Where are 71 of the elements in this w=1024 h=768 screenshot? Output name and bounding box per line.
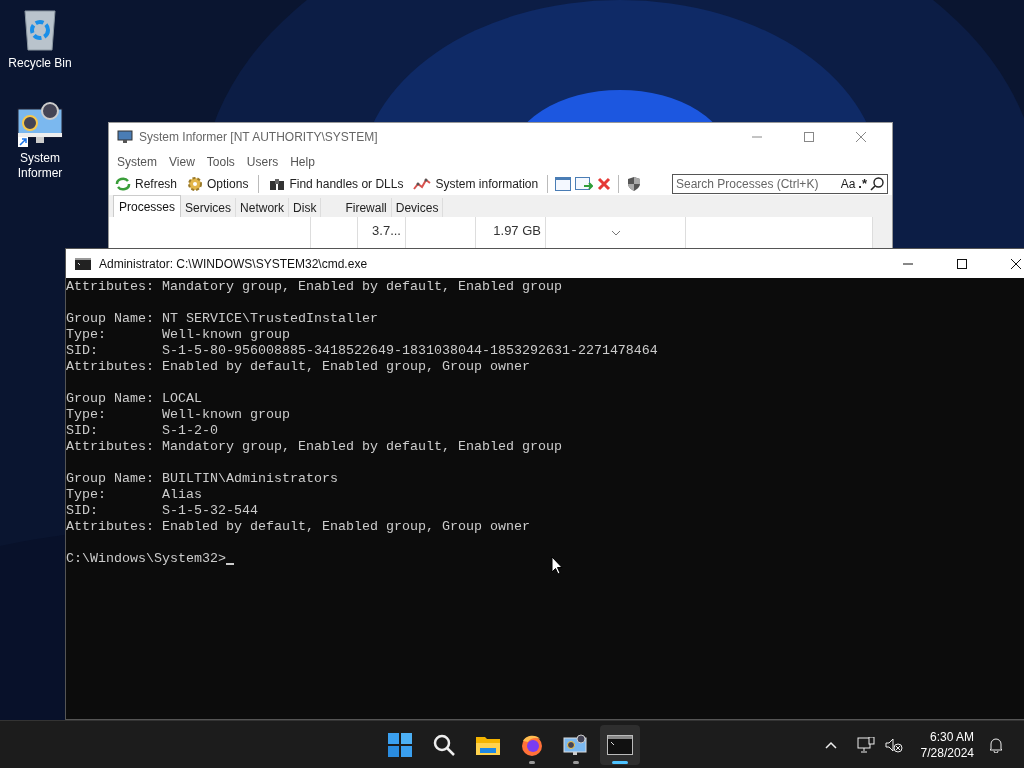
menu-item[interactable]: Tools [200,153,241,171]
menu-item[interactable]: Help [284,153,321,171]
maximize-icon [804,132,814,142]
column-header[interactable]: 1.97 GB [493,221,541,249]
taskbar-app-button[interactable] [600,725,640,765]
chevron-up-icon[interactable] [824,741,837,749]
menu-item[interactable]: System [111,153,163,171]
console-line: SID: S-1-2-0 [66,423,219,439]
close-x-icon[interactable] [597,177,612,191]
console-line: Type: Well-known group [66,327,291,343]
window-title: System Informer [NT AUTHORITY\SYSTEM] [139,129,378,146]
regex-toggle[interactable]: .* [858,174,867,194]
mouse-pointer-icon [551,556,563,575]
console-line: SID: S-1-5-80-956008885-3418522649-1831038044-1853292631-2271478464 [66,343,659,359]
clock[interactable]: 6:30 AM 7/28/2024 [920,729,974,761]
console-line: SID: S-1-5-32-544 [66,503,259,519]
text-cursor [225,563,234,565]
time-text: 6:30 AM [929,729,974,745]
shield-icon[interactable] [626,176,643,192]
tab[interactable]: Devices [391,198,444,217]
muted-speaker-icon[interactable] [884,737,903,753]
gear-icon [187,176,204,192]
terminal-icon [75,257,91,270]
binoculars-icon [269,177,286,191]
close-icon [1011,258,1021,269]
computer-gears-icon [16,101,64,147]
toolbar-button[interactable]: Refresh [113,174,180,194]
console-line: Attributes: Enabled by default, Enabled group, Group owner [66,359,531,375]
console-line: Group Name: NT SERVICE\TrustedInstaller [66,311,379,327]
tab[interactable]: Processes [113,195,182,217]
console-line: Type: Well-known group [66,407,291,423]
column-header[interactable]: 3.7... [372,221,401,249]
windows-logo-icon [388,733,412,757]
folder-icon [475,734,501,756]
monitor-icon [117,130,133,144]
toolbar-button[interactable]: System information [411,174,541,194]
toolbar-button[interactable]: Find handles or DLLs [267,174,406,194]
search-icon[interactable] [870,177,884,191]
search-icon [432,733,456,757]
search-field[interactable]: Search Processes (Ctrl+K) Aa .* [672,174,888,194]
close-icon [856,132,866,142]
window-title: Administrator: C:\WINDOWS\SYSTEM32\cmd.exe [99,255,368,273]
refresh-icon [115,177,131,191]
console-line: Attributes: Mandatory group, Enabled by default, Enabled group [66,439,563,455]
scrollbar[interactable] [873,217,892,249]
window-icon[interactable] [555,177,572,191]
console-line: Group Name: LOCAL [66,391,203,407]
line-chart-icon [413,177,432,191]
console-line: Group Name: BUILTIN\Administrators [66,471,339,487]
icon-label[interactable]: Recycle Bin [6,56,74,71]
console-line: Type: Alias [66,487,203,503]
browser-icon [520,733,544,757]
tab[interactable]: Services [181,198,237,217]
network-icon[interactable] [856,737,875,753]
date-text: 7/28/2024 [920,745,974,761]
match-case-toggle[interactable]: Aa [840,175,856,193]
terminal-icon [607,735,633,755]
tab[interactable]: Network [236,198,290,217]
sort-caret-icon [611,231,620,236]
menu-item[interactable]: View [163,153,201,171]
tab[interactable]: Disk [289,198,322,217]
icon-label[interactable]: System Informer [2,151,78,181]
toolbar-button[interactable]: Options [185,174,251,194]
maximize-icon [957,258,967,269]
notification-bell-icon[interactable] [988,737,1004,753]
command-prompt: C:\Windows\System32> [66,551,226,567]
menu-item[interactable]: Users [240,153,285,171]
tab[interactable]: Firewall [341,198,392,217]
console-line: Attributes: Enabled by default, Enabled group, Group owner [66,519,531,535]
console-line: Attributes: Mandatory group, Enabled by default, Enabled group [66,279,563,295]
computer-gears-icon [563,734,589,756]
